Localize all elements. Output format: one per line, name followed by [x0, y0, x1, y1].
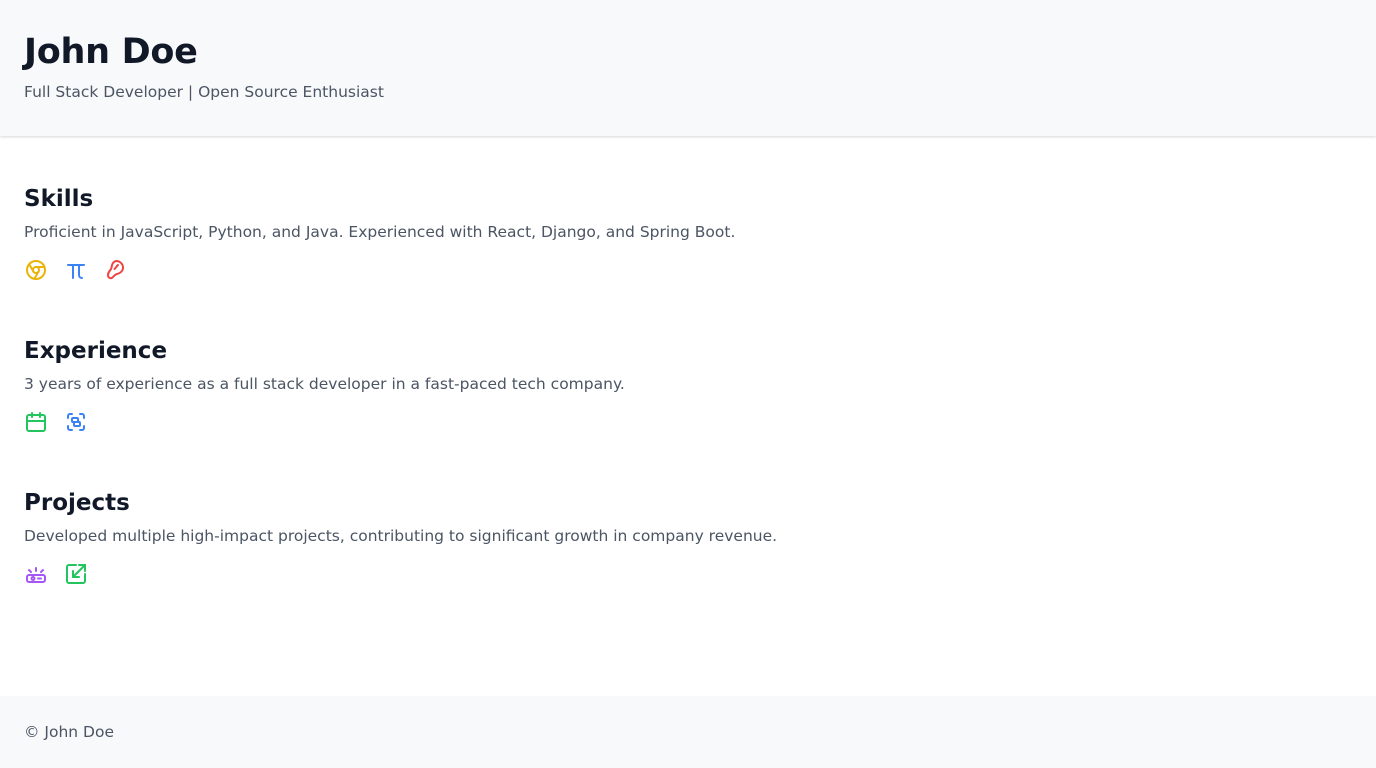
resume-page: John Doe Full Stack Developer | Open Sou…	[0, 0, 1376, 768]
icon-row	[24, 410, 625, 434]
section-text: Developed multiple high-impact projects,…	[24, 527, 778, 545]
section-title: Projects	[24, 490, 130, 516]
icon-row	[24, 562, 777, 586]
external-link-icon[interactable]	[64, 562, 88, 586]
focus-centered-icon[interactable]	[64, 410, 88, 434]
section-title: Experience	[24, 338, 168, 364]
brightness-box-icon[interactable]	[24, 562, 48, 586]
section-title: Skills	[24, 186, 94, 212]
page-footer: © John Doe	[0, 696, 1376, 768]
chrome-icon[interactable]	[24, 258, 48, 282]
page-header: John Doe Full Stack Developer | Open Sou…	[0, 0, 1376, 136]
page-subtitle: Full Stack Developer | Open Source Enthu…	[24, 83, 384, 101]
experience-section: Experience 3 years of experience as a fu…	[24, 336, 625, 434]
bean-icon[interactable]	[104, 258, 128, 282]
page-title: John Doe	[24, 32, 198, 72]
section-text: 3 years of experience as a full stack de…	[24, 375, 625, 393]
projects-section: Projects Developed multiple high-impact …	[24, 488, 777, 586]
skills-section: Skills Proficient in JavaScript, Python,…	[24, 184, 735, 282]
pi-icon[interactable]	[64, 258, 88, 282]
calendar-icon[interactable]	[24, 410, 48, 434]
copyright-text: © John Doe	[24, 723, 115, 741]
section-text: Proficient in JavaScript, Python, and Ja…	[24, 223, 736, 241]
icon-row	[24, 258, 735, 282]
